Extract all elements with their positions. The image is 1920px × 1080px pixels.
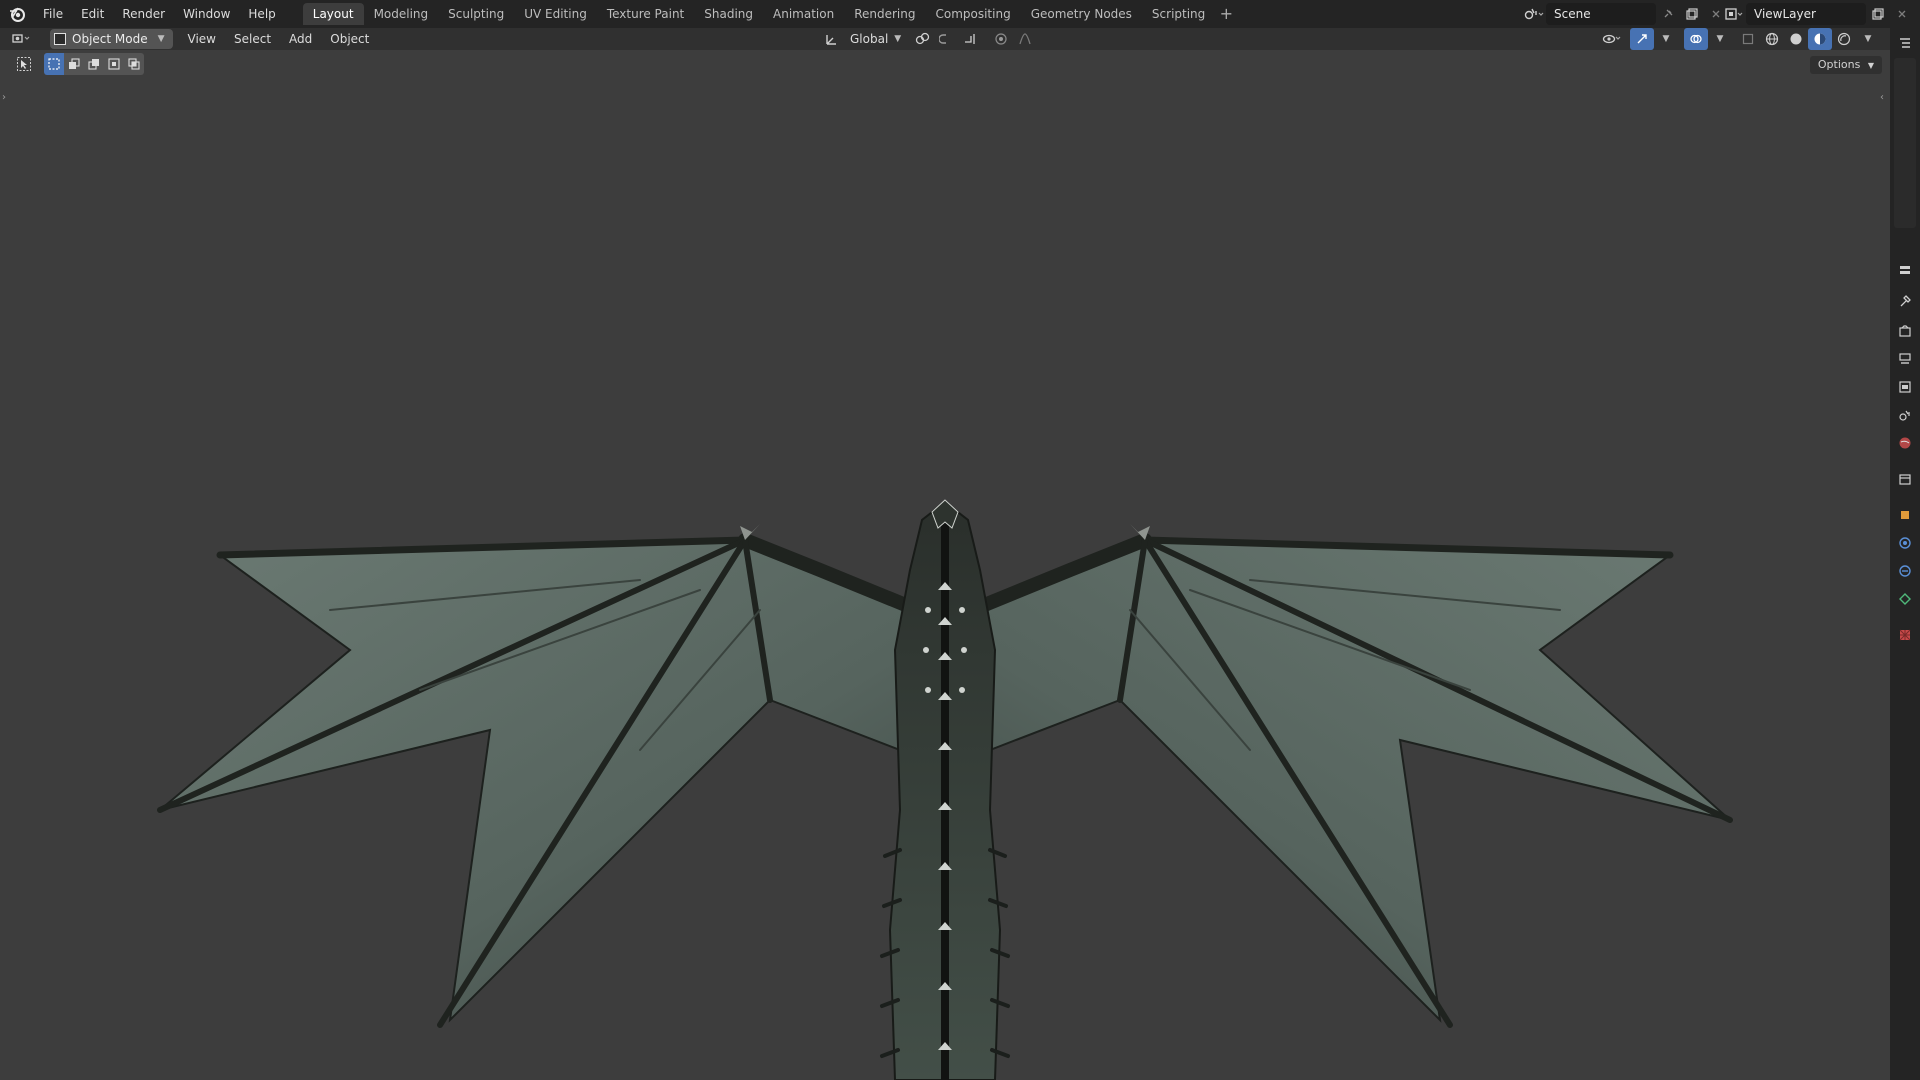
workspace-tabs: Layout Modeling Sculpting UV Editing Tex… (302, 0, 1238, 28)
editor-type-icon[interactable] (10, 28, 34, 50)
tab-animation[interactable]: Animation (763, 3, 844, 25)
render-properties-icon[interactable] (1896, 322, 1914, 340)
tab-uv-editing[interactable]: UV Editing (514, 3, 597, 25)
menu-add[interactable]: Add (280, 32, 321, 46)
pivot-point-icon[interactable] (911, 28, 935, 50)
chevron-down-icon: ▼ (894, 34, 902, 44)
tool-settings-row: Options ▼ (0, 50, 1892, 76)
tab-layout[interactable]: Layout (302, 3, 364, 25)
material-properties-icon[interactable] (1896, 626, 1914, 644)
menu-window[interactable]: Window (174, 0, 239, 28)
object-mode-dropdown[interactable]: Object Mode ▼ (50, 29, 173, 49)
view-layer-name-field[interactable]: ViewLayer (1746, 3, 1866, 25)
toolbar-expand-icon[interactable]: › (2, 92, 6, 103)
selection-mode-group (44, 53, 144, 75)
menu-help[interactable]: Help (239, 0, 284, 28)
chevron-down-icon: ▼ (1867, 61, 1874, 70)
gizmo-dropdown-icon[interactable]: ▼ (1654, 28, 1678, 50)
object-mode-label: Object Mode (72, 32, 148, 46)
collection-properties-icon[interactable] (1896, 470, 1914, 488)
orientation-icon[interactable] (820, 28, 844, 50)
tab-shading[interactable]: Shading (694, 3, 763, 25)
tab-modeling[interactable]: Modeling (364, 3, 439, 25)
solid-shading-icon[interactable] (1784, 28, 1808, 50)
falloff-icon[interactable] (1013, 28, 1037, 50)
overlays-toggle-icon[interactable] (1684, 28, 1708, 50)
tweak-tool-icon[interactable] (12, 53, 36, 75)
scene-icon[interactable] (1522, 3, 1546, 25)
new-view-layer-icon[interactable] (1866, 3, 1890, 25)
sidebar-expand-icon[interactable]: ‹ (1880, 92, 1884, 103)
world-properties-icon[interactable] (1896, 434, 1914, 452)
orientation-dropdown[interactable]: Global (844, 32, 894, 46)
menu-object[interactable]: Object (321, 32, 378, 46)
select-intersect-icon[interactable] (124, 53, 144, 75)
scene-selector: Scene (1522, 3, 1728, 25)
scene-name-field[interactable]: Scene (1546, 3, 1656, 25)
properties-editor-icon[interactable] (1896, 262, 1914, 280)
wireframe-shading-icon[interactable] (1760, 28, 1784, 50)
tab-geometry-nodes[interactable]: Geometry Nodes (1021, 3, 1142, 25)
menu-select[interactable]: Select (225, 32, 280, 46)
gizmo-toggle-icon[interactable] (1630, 28, 1654, 50)
output-properties-icon[interactable] (1896, 350, 1914, 368)
menu-render[interactable]: Render (113, 0, 174, 28)
physics-properties-icon[interactable] (1896, 562, 1914, 580)
menu-edit[interactable]: Edit (72, 0, 113, 28)
select-extend-icon[interactable] (64, 53, 84, 75)
add-workspace-button[interactable]: + (1215, 3, 1237, 25)
transform-tools: Global ▼ (820, 28, 1037, 50)
blender-logo-icon[interactable] (0, 0, 34, 28)
object-properties-icon[interactable] (1896, 506, 1914, 524)
right-wing-membrane (963, 538, 1731, 1023)
select-new-icon[interactable] (44, 53, 64, 75)
menu-file[interactable]: File (34, 0, 72, 28)
properties-tab-strip (1890, 28, 1920, 1080)
dragon-model (157, 499, 1733, 1080)
options-label: Options (1817, 58, 1861, 71)
xray-toggle-icon[interactable] (1736, 28, 1760, 50)
overlays-dropdown-icon[interactable]: ▼ (1708, 28, 1732, 50)
delete-view-layer-icon[interactable] (1890, 3, 1914, 25)
new-scene-icon[interactable] (1680, 3, 1704, 25)
shading-dropdown-icon[interactable]: ▼ (1856, 28, 1880, 50)
outliner-icon[interactable] (1896, 34, 1914, 52)
view-layer-properties-icon[interactable] (1896, 378, 1914, 396)
outliner-scroll-area[interactable] (1894, 58, 1916, 228)
pin-icon[interactable] (1656, 3, 1680, 25)
tab-texture-paint[interactable]: Texture Paint (597, 3, 694, 25)
view-layer-selector: ViewLayer (1722, 3, 1914, 25)
menu-view[interactable]: View (179, 32, 225, 46)
view-layer-icon[interactable] (1722, 3, 1746, 25)
viewport-header: Object Mode ▼ View Select Add Object Glo… (0, 28, 1892, 50)
scene-properties-icon[interactable] (1896, 406, 1914, 424)
3d-viewport[interactable] (0, 50, 1890, 1080)
tab-compositing[interactable]: Compositing (925, 3, 1020, 25)
proportional-editing-icon[interactable] (989, 28, 1013, 50)
tab-sculpting[interactable]: Sculpting (438, 3, 514, 25)
tool-properties-icon[interactable] (1896, 292, 1914, 310)
chevron-down-icon: ▼ (157, 34, 165, 44)
snap-icon[interactable] (935, 28, 959, 50)
options-dropdown[interactable]: Options ▼ (1809, 56, 1882, 74)
visibility-icon[interactable] (1600, 28, 1624, 50)
tab-rendering[interactable]: Rendering (844, 3, 925, 25)
object-mode-icon (54, 33, 66, 45)
modifier-properties-icon[interactable] (1896, 534, 1914, 552)
rendered-shading-icon[interactable] (1832, 28, 1856, 50)
left-wing-membrane (159, 538, 927, 1023)
snap-target-icon[interactable] (959, 28, 983, 50)
material-preview-shading-icon[interactable] (1808, 28, 1832, 50)
select-invert-icon[interactable] (104, 53, 124, 75)
tab-scripting[interactable]: Scripting (1142, 3, 1215, 25)
data-properties-icon[interactable] (1896, 590, 1914, 608)
viewport-display-tools: ▼ ▼ ▼ (1600, 28, 1880, 50)
select-subtract-icon[interactable] (84, 53, 104, 75)
top-menu-bar: File Edit Render Window Help Layout Mode… (0, 0, 1920, 28)
